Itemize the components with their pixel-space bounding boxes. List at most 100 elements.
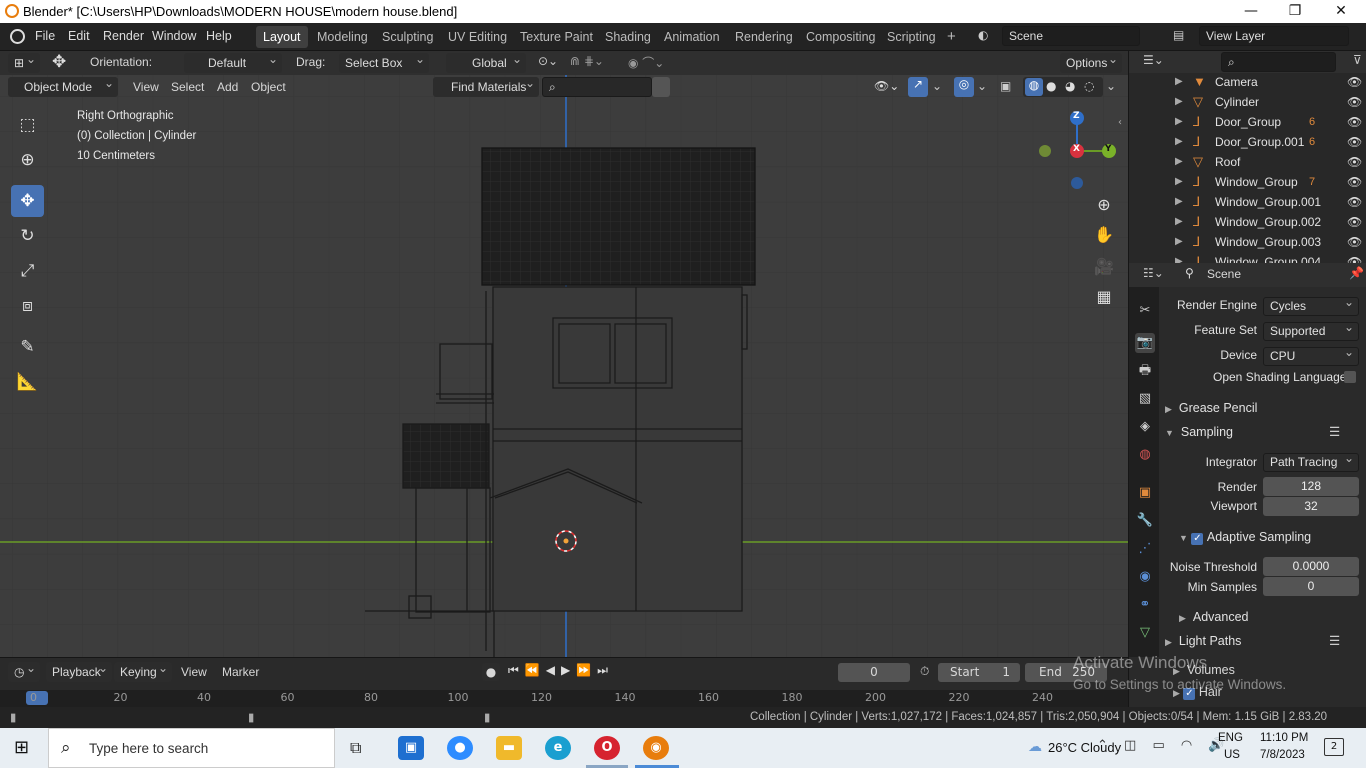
expand-arrow-icon[interactable]: ▶	[1175, 92, 1183, 112]
noise-threshold-field[interactable]: 0.0000	[1263, 557, 1359, 576]
current-frame-field[interactable]: 0	[838, 663, 910, 682]
solid-shading-icon[interactable]: ●	[1046, 79, 1056, 93]
visibility-eye-icon[interactable]: 👁	[1347, 92, 1362, 112]
tab-compositing[interactable]: Compositing	[799, 26, 882, 48]
shading-dropdown-icon[interactable]: ⌄	[1106, 79, 1116, 93]
expand-arrow-icon[interactable]: ▶	[1175, 232, 1183, 252]
gizmo-toggle-icon[interactable]: ↗	[908, 77, 928, 97]
object-tab-icon[interactable]: ▣	[1135, 483, 1155, 503]
timeline-view-menu[interactable]: View	[181, 665, 207, 679]
store-icon[interactable]: ▣	[398, 736, 424, 760]
menu-add[interactable]: Add	[217, 80, 238, 94]
move-icon[interactable]: ✥	[11, 185, 44, 217]
outliner-item[interactable]: ▶ ▽ Roof 👁	[1129, 152, 1366, 172]
add-workspace-button[interactable]: +	[940, 26, 963, 48]
expand-arrow-icon[interactable]: ▶	[1175, 212, 1183, 232]
visibility-eye-icon[interactable]: 👁	[1347, 112, 1362, 132]
playback-menu[interactable]: Playback	[46, 658, 112, 682]
ortho-grid-icon[interactable]: ▦	[1093, 286, 1115, 308]
adaptive-sampling-checkbox[interactable]: ✓	[1191, 533, 1204, 545]
timeline-editor-dropdown[interactable]: ◷	[8, 658, 40, 682]
opera-icon[interactable]: O	[594, 736, 620, 760]
xray-icon[interactable]: ▣	[1000, 79, 1011, 93]
expand-arrow-icon[interactable]: ▶	[1175, 172, 1183, 192]
record-button[interactable]: ●	[482, 663, 500, 681]
scene-selector[interactable]: Scene	[1002, 26, 1140, 46]
osl-checkbox[interactable]	[1344, 371, 1356, 383]
adaptive-sampling-panel[interactable]: ▼ ✓ Adaptive Sampling	[1179, 526, 1366, 548]
expand-arrow-icon[interactable]: ▶	[1175, 152, 1183, 172]
outliner-search-input[interactable]: ⌕	[1221, 52, 1336, 72]
render-tab-icon[interactable]: 📷	[1135, 333, 1155, 353]
grease-pencil-panel[interactable]: ▶ Grease Pencil	[1165, 397, 1365, 419]
tab-scripting[interactable]: Scripting	[880, 26, 943, 48]
light-paths-presets-icon[interactable]: ☰	[1329, 630, 1340, 652]
orientation-dropdown[interactable]: Default	[184, 51, 282, 73]
advanced-panel[interactable]: ▶ Advanced	[1179, 606, 1366, 628]
edge-icon[interactable]: e	[545, 736, 571, 760]
tab-modeling[interactable]: Modeling	[310, 26, 375, 48]
particles-tab-icon[interactable]: ⋰	[1135, 539, 1155, 559]
pin-icon[interactable]: 📌	[1349, 266, 1364, 280]
feature-set-dropdown[interactable]: Supported	[1263, 319, 1359, 341]
tab-layout[interactable]: Layout	[256, 26, 308, 48]
zoom-app-icon[interactable]: ●	[447, 736, 473, 760]
visibility-eye-icon[interactable]: 👁	[1347, 232, 1362, 252]
marker-menu[interactable]: Marker	[222, 665, 259, 679]
outliner-item[interactable]: ▶ ⅃ Window_Group.003 👁	[1129, 232, 1366, 252]
tab-shading[interactable]: Shading	[598, 26, 658, 48]
presets-icon[interactable]: ☰	[1329, 421, 1340, 443]
menu-object[interactable]: Object	[251, 80, 286, 94]
modifiers-tab-icon[interactable]: 🔧	[1135, 511, 1155, 531]
properties-editor-icon[interactable]: ☷⌄	[1143, 266, 1164, 280]
scale-icon[interactable]: ⤢	[11, 255, 44, 287]
frame-ruler[interactable]: 0 20 40 60 80 100 120 140 160 180 200 220 240	[0, 690, 1128, 708]
tool-tab-icon[interactable]: ✂	[1135, 301, 1155, 321]
sampling-panel[interactable]: ▼ Sampling ☰	[1165, 421, 1365, 443]
expand-arrow-icon[interactable]: ▶	[1175, 252, 1183, 263]
system-tray-icons[interactable]: ⌃ ◫ ▭ ◠ 🔊	[1097, 738, 1231, 753]
min-samples-field[interactable]: 0	[1263, 577, 1359, 596]
world-tab-icon[interactable]: ◍	[1135, 445, 1155, 465]
tab-sculpting[interactable]: Sculpting	[375, 26, 440, 48]
output-tab-icon[interactable]: 🖶	[1135, 361, 1155, 381]
outliner-item[interactable]: ▶ ⅃ Window_Group.001 👁	[1129, 192, 1366, 212]
overlays-icon[interactable]: ◎	[954, 77, 974, 97]
close-button[interactable]: ✕	[1318, 0, 1364, 23]
outliner-item[interactable]: ▶ ⅃ Window_Group.004 👁	[1129, 252, 1366, 263]
visibility-icon[interactable]: 👁⌄	[874, 79, 899, 93]
visibility-eye-icon[interactable]: 👁	[1347, 72, 1362, 92]
3d-viewport[interactable]: ⊞ ✥ Orientation: Default Drag: Select Bo…	[0, 51, 1128, 657]
menu-file[interactable]: File	[35, 29, 55, 43]
cursor-icon[interactable]: ⊕	[11, 144, 44, 176]
tab-uv-editing[interactable]: UV Editing	[441, 26, 514, 48]
navigation-gizmo[interactable]: Z Y X	[1036, 111, 1126, 191]
sidebar-toggle-icon[interactable]: ‹	[1118, 117, 1122, 128]
playback-controls[interactable]: ⏮⏪◀▶⏩⏭	[508, 663, 626, 681]
annotate-icon[interactable]: ✎	[11, 331, 44, 363]
clock-time[interactable]: 11:10 PM	[1260, 732, 1308, 744]
proportional-edit-icon[interactable]: ◉ ⌒⌄	[628, 54, 664, 71]
start-frame-field[interactable]: Start 1	[938, 663, 1020, 682]
outliner-item[interactable]: ▶ ⅃ Window_Group.002 👁	[1129, 212, 1366, 232]
language-line2[interactable]: US	[1224, 749, 1240, 761]
blender-taskbar-icon[interactable]: ◉	[643, 736, 669, 760]
file-explorer-icon[interactable]: ▬	[496, 736, 522, 760]
language-line1[interactable]: ENG	[1218, 732, 1243, 744]
find-materials-dropdown[interactable]: Find Materials	[433, 73, 539, 97]
keying-menu[interactable]: Keying	[114, 658, 172, 682]
drag-dropdown[interactable]: Select Box	[339, 51, 429, 73]
material-shading-icon[interactable]: ◕	[1065, 79, 1075, 93]
visibility-eye-icon[interactable]: 👁	[1347, 252, 1362, 263]
render-samples-field[interactable]: 128	[1263, 477, 1359, 496]
wireframe-shading-icon[interactable]: ◍	[1025, 78, 1043, 96]
options-dropdown[interactable]: Options	[1060, 51, 1122, 73]
camera-view-icon[interactable]: 🎥	[1093, 256, 1115, 278]
integrator-dropdown[interactable]: Path Tracing	[1263, 450, 1359, 472]
visibility-eye-icon[interactable]: 👁	[1347, 132, 1362, 152]
menu-help[interactable]: Help	[206, 29, 232, 43]
pan-hand-icon[interactable]: ✋	[1093, 224, 1115, 246]
mode-dropdown[interactable]: Object Mode	[8, 73, 118, 97]
tab-animation[interactable]: Animation	[657, 26, 727, 48]
material-filter-button[interactable]	[652, 77, 670, 97]
